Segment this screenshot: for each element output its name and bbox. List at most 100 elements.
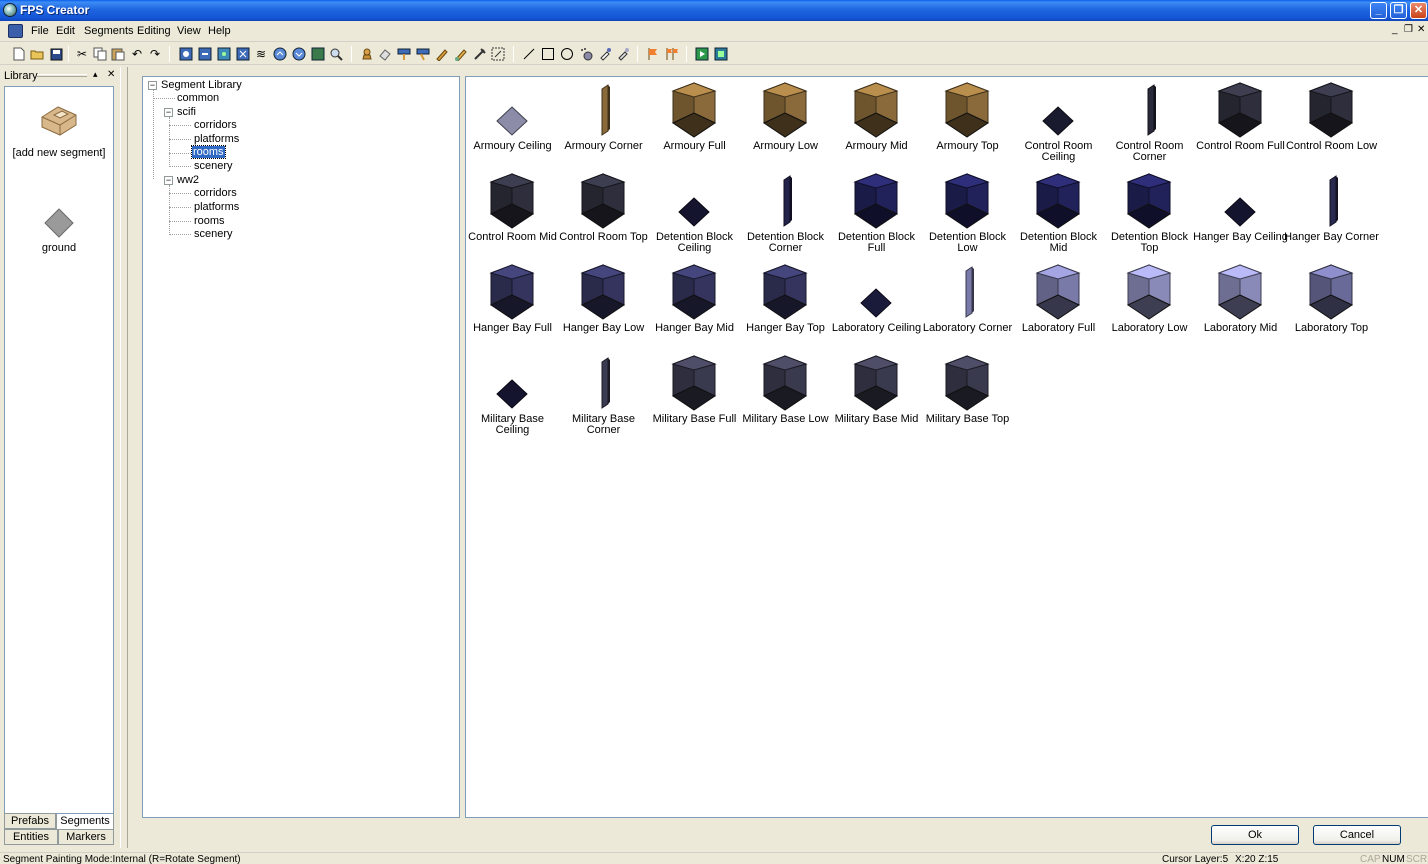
layer-down-icon[interactable]: [291, 46, 307, 62]
tab-markers[interactable]: Markers: [58, 829, 114, 845]
view-3d-icon[interactable]: [216, 46, 232, 62]
cancel-button[interactable]: Cancel: [1313, 825, 1401, 845]
zoom-in-icon[interactable]: [178, 46, 194, 62]
tree-collapse-scifi-icon[interactable]: −: [164, 108, 173, 117]
segment-tile-detention-block-mid[interactable]: Detention Block Mid: [1013, 170, 1104, 260]
eraser-icon[interactable]: [377, 46, 393, 62]
mdi-restore-icon[interactable]: ❐: [1404, 24, 1413, 35]
segment-tile-armoury-low[interactable]: Armoury Low: [740, 79, 831, 169]
segment-tile-military-base-corner[interactable]: Military Base Corner: [558, 352, 649, 442]
segment-tile-detention-block-full[interactable]: Detention Block Full: [831, 170, 922, 260]
segment-tile-military-base-full[interactable]: Military Base Full: [649, 352, 740, 442]
mdi-close-icon[interactable]: ✕: [1417, 24, 1425, 35]
segment-tile-detention-block-corner[interactable]: Detention Block Corner: [740, 170, 831, 260]
panel-splitter[interactable]: [120, 67, 128, 848]
tab-segments[interactable]: Segments: [56, 814, 114, 830]
segment-tile-hanger-bay-corner[interactable]: Hanger Bay Corner: [1284, 170, 1379, 260]
tree-node-scifi-rooms[interactable]: rooms: [191, 145, 226, 159]
tree-node-ww2[interactable]: ww2: [176, 174, 200, 186]
cut-icon[interactable]: ✂: [74, 46, 90, 62]
magnifier-icon[interactable]: [328, 46, 344, 62]
tree-node-scifi-corridors[interactable]: corridors: [193, 119, 238, 131]
segment-tile-military-base-low[interactable]: Military Base Low: [740, 352, 831, 442]
picker-tool-icon[interactable]: [615, 46, 631, 62]
paint-fill-icon[interactable]: [453, 46, 469, 62]
segment-tile-laboratory-ceiling[interactable]: Laboratory Ceiling: [831, 261, 922, 351]
segment-tile-armoury-corner[interactable]: Armoury Corner: [558, 79, 649, 169]
maximize-button[interactable]: ❐: [1390, 2, 1407, 19]
app-icon[interactable]: [3, 3, 17, 17]
waypoint-path-icon[interactable]: [664, 46, 680, 62]
tree-node-segment-library[interactable]: Segment Library: [160, 79, 243, 91]
build-game-icon[interactable]: [713, 46, 729, 62]
segment-tile-armoury-mid[interactable]: Armoury Mid: [831, 79, 922, 169]
tree-node-scifi[interactable]: scifi: [176, 106, 197, 118]
save-icon[interactable]: [48, 46, 64, 62]
library-item-add-segment[interactable]: [add new segment]: [5, 97, 113, 159]
segment-tile-hanger-bay-top[interactable]: Hanger Bay Top: [740, 261, 831, 351]
map-view-icon[interactable]: [310, 46, 326, 62]
minimize-button[interactable]: _: [1370, 2, 1387, 19]
menu-file[interactable]: File: [31, 25, 49, 37]
segment-tile-military-base-mid[interactable]: Military Base Mid: [831, 352, 922, 442]
menu-view[interactable]: View: [177, 25, 201, 37]
segment-tile-armoury-full[interactable]: Armoury Full: [649, 79, 740, 169]
tab-prefabs[interactable]: Prefabs: [4, 813, 56, 829]
paint-segment-icon[interactable]: [396, 46, 412, 62]
segment-tile-control-room-top[interactable]: Control Room Top: [558, 170, 649, 260]
segment-tile-laboratory-mid[interactable]: Laboratory Mid: [1195, 261, 1286, 351]
segment-tile-detention-block-low[interactable]: Detention Block Low: [922, 170, 1013, 260]
tree-node-common[interactable]: common: [176, 92, 220, 104]
layers-icon[interactable]: ≋: [253, 46, 269, 62]
segment-tile-hanger-bay-low[interactable]: Hanger Bay Low: [558, 261, 649, 351]
mdi-minimize-icon[interactable]: _: [1392, 24, 1398, 35]
library-grip[interactable]: [37, 74, 87, 77]
segment-tile-laboratory-top[interactable]: Laboratory Top: [1286, 261, 1377, 351]
open-folder-icon[interactable]: [29, 46, 45, 62]
segment-tile-control-room-mid[interactable]: Control Room Mid: [467, 170, 558, 260]
line-tool-icon[interactable]: [521, 46, 537, 62]
library-item-ground[interactable]: ground: [5, 207, 113, 254]
tree-node-ww2-corridors[interactable]: corridors: [193, 187, 238, 199]
menu-edit[interactable]: Edit: [56, 25, 75, 37]
menu-help[interactable]: Help: [208, 25, 231, 37]
paste-icon[interactable]: [110, 46, 126, 62]
stamp-icon[interactable]: [359, 46, 375, 62]
close-view-icon[interactable]: [235, 46, 251, 62]
segment-tile-laboratory-low[interactable]: Laboratory Low: [1104, 261, 1195, 351]
zoom-out-icon[interactable]: [197, 46, 213, 62]
segment-tile-detention-block-top[interactable]: Detention Block Top: [1104, 170, 1195, 260]
paint-line-icon[interactable]: [415, 46, 431, 62]
layer-up-icon[interactable]: [272, 46, 288, 62]
new-file-icon[interactable]: [11, 46, 27, 62]
segment-tile-laboratory-corner[interactable]: Laboratory Corner: [922, 261, 1013, 351]
rectangle-tool-icon[interactable]: [540, 46, 556, 62]
segment-tile-hanger-bay-full[interactable]: Hanger Bay Full: [467, 261, 558, 351]
segment-tile-hanger-bay-mid[interactable]: Hanger Bay Mid: [649, 261, 740, 351]
segment-tile-control-room-corner[interactable]: Control Room Corner: [1104, 79, 1195, 169]
menu-segments[interactable]: Segments: [84, 25, 134, 37]
menu-editing[interactable]: Editing: [137, 25, 171, 37]
segment-tile-armoury-top[interactable]: Armoury Top: [922, 79, 1013, 169]
undo-icon[interactable]: ↶: [129, 46, 145, 62]
copy-icon[interactable]: [92, 46, 108, 62]
library-pin-icon[interactable]: ▴: [93, 69, 98, 80]
paint-brush-icon[interactable]: [434, 46, 450, 62]
segment-tile-military-base-top[interactable]: Military Base Top: [922, 352, 1013, 442]
dropper-tool-icon[interactable]: [597, 46, 613, 62]
circle-tool-icon[interactable]: [559, 46, 575, 62]
library-close-icon[interactable]: ✕: [107, 69, 115, 80]
segment-tile-laboratory-full[interactable]: Laboratory Full: [1013, 261, 1104, 351]
close-button[interactable]: ✕: [1410, 2, 1427, 19]
segment-tile-control-room-ceiling[interactable]: Control Room Ceiling: [1013, 79, 1104, 169]
ok-button[interactable]: Ok: [1211, 825, 1299, 845]
pick-tool-icon[interactable]: [472, 46, 488, 62]
spray-tool-icon[interactable]: [578, 46, 594, 62]
segment-tile-detention-block-ceiling[interactable]: Detention Block Ceiling: [649, 170, 740, 260]
redo-icon[interactable]: ↷: [147, 46, 163, 62]
test-game-icon[interactable]: [694, 46, 710, 62]
selection-tool-icon[interactable]: [490, 46, 506, 62]
tree-collapse-ww2-icon[interactable]: −: [164, 176, 173, 185]
segment-tile-control-room-full[interactable]: Control Room Full: [1195, 79, 1286, 169]
waypoint-flag-icon[interactable]: [645, 46, 661, 62]
